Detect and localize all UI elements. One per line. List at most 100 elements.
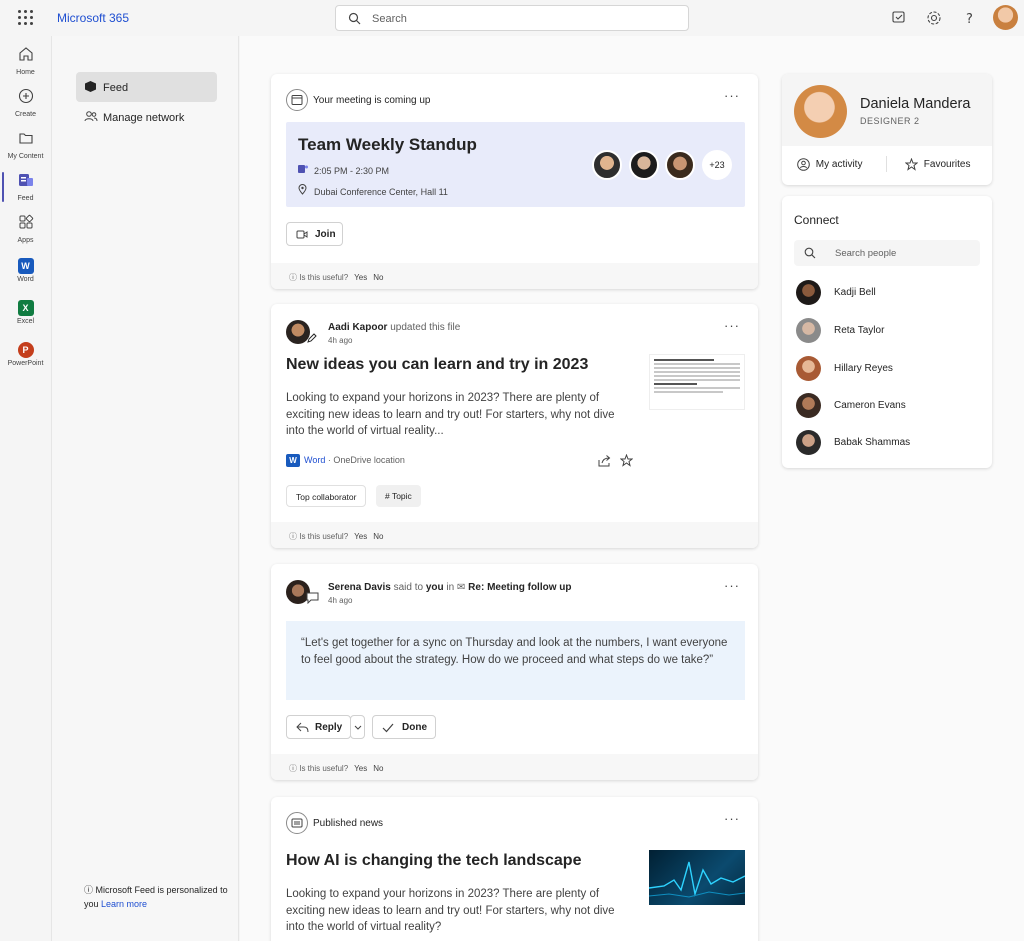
- nav-item-manage-network[interactable]: Manage network: [76, 102, 217, 132]
- author-name[interactable]: Serena Davis: [328, 582, 391, 593]
- done-button[interactable]: Done: [372, 715, 436, 739]
- share-icon[interactable]: [598, 455, 611, 467]
- profile-role: DESIGNER 2: [860, 116, 920, 126]
- message-subject[interactable]: Re: Meeting follow up: [468, 582, 571, 593]
- app-title[interactable]: Microsoft 365: [57, 11, 129, 25]
- nav-item-feed[interactable]: Feed: [76, 72, 217, 102]
- avatar[interactable]: [993, 5, 1018, 30]
- news-title[interactable]: How AI is changing the tech landscape: [286, 852, 581, 870]
- rail-item-create[interactable]: Create: [0, 88, 51, 118]
- useful-yes[interactable]: Yes: [354, 764, 367, 773]
- join-button[interactable]: Join: [286, 222, 343, 246]
- post-title[interactable]: New ideas you can learn and try in 2023: [286, 356, 588, 374]
- card-header: Your meeting is coming up: [286, 89, 430, 111]
- chip-topic[interactable]: # Topic: [376, 485, 421, 507]
- useful-no[interactable]: No: [373, 532, 383, 541]
- search-input[interactable]: Search: [335, 5, 689, 31]
- rail-item-home[interactable]: Home: [0, 46, 51, 76]
- document-thumbnail[interactable]: [649, 354, 745, 410]
- author-name[interactable]: Aadi Kapoor: [328, 322, 387, 333]
- help-icon[interactable]: ?: [961, 9, 979, 27]
- meeting-title: Team Weekly Standup: [298, 135, 477, 154]
- person-name: Reta Taylor: [834, 325, 885, 336]
- rail-item-powerpoint[interactable]: P PowerPoint: [0, 340, 51, 367]
- meeting-location-text: Dubai Conference Center, Hall 11: [314, 187, 448, 197]
- useful-question: ⓘ Is this useful?: [289, 532, 349, 541]
- useful-yes[interactable]: Yes: [354, 532, 367, 541]
- feedback-icon[interactable]: [890, 9, 908, 27]
- chip-top-collaborator[interactable]: Top collaborator: [286, 485, 367, 507]
- top-bar: Microsoft 365 Search ?: [0, 0, 1024, 36]
- cube-icon: [85, 81, 96, 92]
- rail-item-excel[interactable]: X Excel: [0, 298, 51, 325]
- useful-no[interactable]: No: [373, 764, 383, 773]
- rail-label: PowerPoint: [7, 360, 44, 367]
- card-header: Published news: [286, 812, 383, 834]
- calendar-icon: [286, 89, 308, 111]
- meeting-card: Your meeting is coming up ··· Team Weekl…: [271, 74, 758, 289]
- news-thumbnail[interactable]: [649, 850, 745, 905]
- meeting-details[interactable]: Team Weekly Standup 2:05 PM - 2:30 PM Du…: [286, 122, 745, 207]
- attendee-avatar[interactable]: [592, 150, 622, 180]
- more-options-icon[interactable]: ···: [724, 578, 740, 593]
- post-attribution: Serena Davis said to you in ✉ Re: Meetin…: [328, 582, 572, 593]
- video-icon: [296, 230, 308, 239]
- useful-question: ⓘ Is this useful?: [289, 764, 349, 773]
- message-quote[interactable]: “Let's get together for a sync on Thursd…: [286, 621, 745, 700]
- chip-label: Topic: [391, 491, 412, 501]
- post-attribution: Aadi Kapoor updated this file: [328, 322, 460, 333]
- feedback-bar: ⓘ Is this useful? Yes No: [271, 754, 758, 780]
- rail-item-my-content[interactable]: My Content: [0, 130, 51, 160]
- useful-no[interactable]: No: [373, 273, 383, 282]
- checkmark-icon: [382, 723, 394, 733]
- connect-title: Connect: [794, 213, 839, 227]
- person-name: Hillary Reyes: [834, 363, 893, 374]
- card-header-label: Published news: [313, 817, 384, 829]
- connect-panel: Connect Search people Kadji Bell Reta Ta…: [782, 196, 992, 468]
- file-location: OneDrive location: [333, 454, 405, 465]
- profile-name[interactable]: Daniela Mandera: [860, 96, 970, 112]
- my-activity-link[interactable]: My activity: [797, 158, 862, 171]
- gear-icon[interactable]: [925, 9, 943, 27]
- attendee-avatar[interactable]: [629, 150, 659, 180]
- post-action: updated this file: [390, 322, 461, 333]
- more-options-icon[interactable]: ···: [724, 811, 740, 826]
- home-icon: [18, 47, 33, 61]
- rail-item-word[interactable]: W Word: [0, 256, 51, 283]
- person-circle-icon: [797, 158, 810, 171]
- more-options-icon[interactable]: ···: [724, 88, 740, 103]
- star-icon[interactable]: [620, 454, 633, 467]
- people-icon: [84, 111, 98, 122]
- more-options-icon[interactable]: ···: [724, 318, 740, 333]
- favourites-link[interactable]: Favourites: [904, 157, 970, 171]
- pencil-icon: [307, 333, 317, 343]
- profile-avatar[interactable]: [794, 85, 847, 138]
- app-launcher-icon[interactable]: [18, 10, 34, 26]
- post-time: 4h ago: [328, 596, 353, 605]
- person-name: Cameron Evans: [834, 400, 906, 411]
- reply-button[interactable]: Reply: [286, 715, 351, 739]
- useful-yes[interactable]: Yes: [354, 273, 367, 282]
- rail-item-feed[interactable]: Feed: [0, 172, 51, 202]
- chevron-down-icon: [354, 725, 362, 730]
- chat-icon: [306, 592, 319, 604]
- card-header-label: Your meeting is coming up: [313, 94, 431, 106]
- message-target: you: [425, 582, 444, 593]
- reply-options-button[interactable]: [350, 715, 365, 739]
- person-avatar: [796, 393, 821, 418]
- attendee-avatar[interactable]: [665, 150, 695, 180]
- news-body: Looking to expand your horizons in 2023?…: [286, 888, 615, 933]
- rail-item-apps[interactable]: Apps: [0, 214, 51, 244]
- join-label: Join: [315, 229, 336, 240]
- file-meta: W Word · OneDrive location: [286, 454, 405, 467]
- search-icon: [804, 247, 816, 259]
- file-app-link[interactable]: Word: [304, 455, 325, 465]
- profile-card: Daniela Mandera DESIGNER 2 My activity F…: [782, 74, 992, 185]
- rail-label: Home: [16, 69, 35, 76]
- more-attendees-badge[interactable]: +23: [702, 150, 732, 180]
- location-icon: [298, 184, 308, 197]
- rail-label: Create: [14, 111, 36, 118]
- learn-more-link[interactable]: Learn more: [101, 899, 147, 909]
- people-search-input[interactable]: Search people: [794, 240, 980, 266]
- word-icon: W: [286, 454, 300, 467]
